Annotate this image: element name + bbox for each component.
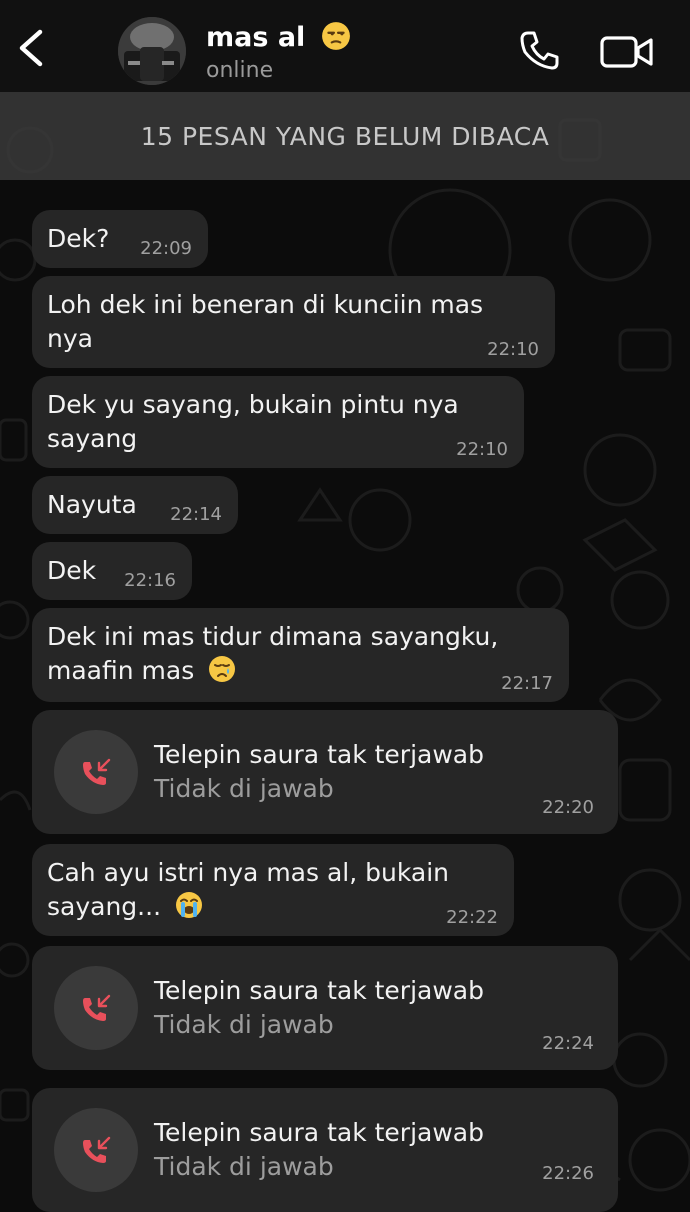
message-text-line1: Dek ini mas tidur dimana sayangku,	[47, 622, 499, 651]
message-time: 22:10	[487, 339, 539, 360]
message-bubble[interactable]: Loh dek ini beneran di kunciin mas nya 2…	[32, 276, 555, 368]
message-bubble[interactable]: Dek? 22:09	[32, 210, 208, 268]
unread-messages-banner: 15 PESAN YANG BELUM DIBACA	[0, 92, 690, 180]
call-subtitle: Tidak di jawab	[154, 1152, 334, 1181]
message-time: 22:16	[124, 570, 176, 591]
video-camera-icon	[600, 36, 653, 68]
contact-name[interactable]: mas al	[206, 21, 351, 54]
call-subtitle: Tidak di jawab	[154, 774, 334, 803]
message-bubble[interactable]: Dek ini mas tidur dimana sayangku, maafi…	[32, 608, 569, 702]
contact-name-text: mas al	[206, 22, 306, 53]
missed-call-icon-circle	[54, 730, 138, 814]
call-time: 22:24	[542, 1033, 594, 1054]
message-text: Dek?	[47, 224, 110, 253]
message-text-line1: Cah ayu istri nya mas al, bukain	[47, 858, 449, 887]
message-text-line1: Dek yu sayang, bukain pintu nya	[47, 390, 459, 419]
chevron-left-icon	[19, 29, 43, 67]
message-time: 22:17	[501, 673, 553, 694]
call-title: Telepin saura tak terjawab	[154, 976, 484, 1005]
missed-call-bubble[interactable]: Telepin saura tak terjawab Tidak di jawa…	[32, 1088, 618, 1212]
message-time: 22:22	[446, 907, 498, 928]
crying-face-icon	[209, 656, 236, 682]
contact-status: online	[206, 58, 274, 83]
loudly-crying-face-icon	[175, 892, 202, 918]
message-text: Dek	[47, 556, 97, 585]
message-time: 22:09	[140, 238, 192, 259]
missed-call-icon-circle	[54, 966, 138, 1050]
voice-call-button[interactable]	[518, 28, 562, 72]
chat-header: mas al online	[0, 0, 690, 92]
back-button[interactable]	[12, 24, 52, 72]
missed-call-bubble[interactable]: Telepin saura tak terjawab Tidak di jawa…	[32, 946, 618, 1070]
message-text-line2-content: maafin mas	[47, 656, 195, 685]
unread-count-text: 15 PESAN YANG BELUM DIBACA	[140, 121, 550, 151]
message-time: 22:10	[456, 439, 508, 460]
message-bubble[interactable]: Cah ayu istri nya mas al, bukain sayang.…	[32, 844, 514, 936]
message-text: Nayuta	[47, 490, 137, 519]
message-text-line1: Loh dek ini beneran di kunciin mas	[47, 290, 484, 319]
missed-call-icon	[83, 758, 111, 785]
message-bubble[interactable]: Dek yu sayang, bukain pintu nya sayang 2…	[32, 376, 524, 468]
avatar-photo	[118, 17, 186, 85]
call-subtitle: Tidak di jawab	[154, 1010, 334, 1039]
message-text-line2: nya	[47, 324, 93, 353]
phone-icon	[520, 31, 559, 70]
call-title: Telepin saura tak terjawab	[154, 740, 484, 769]
call-title: Telepin saura tak terjawab	[154, 1118, 484, 1147]
unamused-face-icon	[321, 21, 350, 50]
missed-call-icon	[83, 1136, 111, 1163]
message-text-line2-content: sayang...	[47, 892, 162, 921]
video-call-button[interactable]	[600, 34, 654, 70]
call-time: 22:26	[542, 1163, 594, 1184]
message-bubble[interactable]: Dek 22:16	[32, 542, 192, 600]
contact-avatar[interactable]	[118, 17, 186, 85]
message-time: 22:14	[170, 504, 222, 525]
message-text-line2: sayang...	[47, 890, 203, 924]
missed-call-icon	[83, 994, 111, 1021]
message-text-line2: maafin mas	[47, 654, 236, 688]
message-bubble[interactable]: Nayuta 22:14	[32, 476, 238, 534]
missed-call-bubble[interactable]: Telepin saura tak terjawab Tidak di jawa…	[32, 710, 618, 834]
call-time: 22:20	[542, 797, 594, 818]
missed-call-icon-circle	[54, 1108, 138, 1192]
message-text-line2: sayang	[47, 424, 138, 453]
